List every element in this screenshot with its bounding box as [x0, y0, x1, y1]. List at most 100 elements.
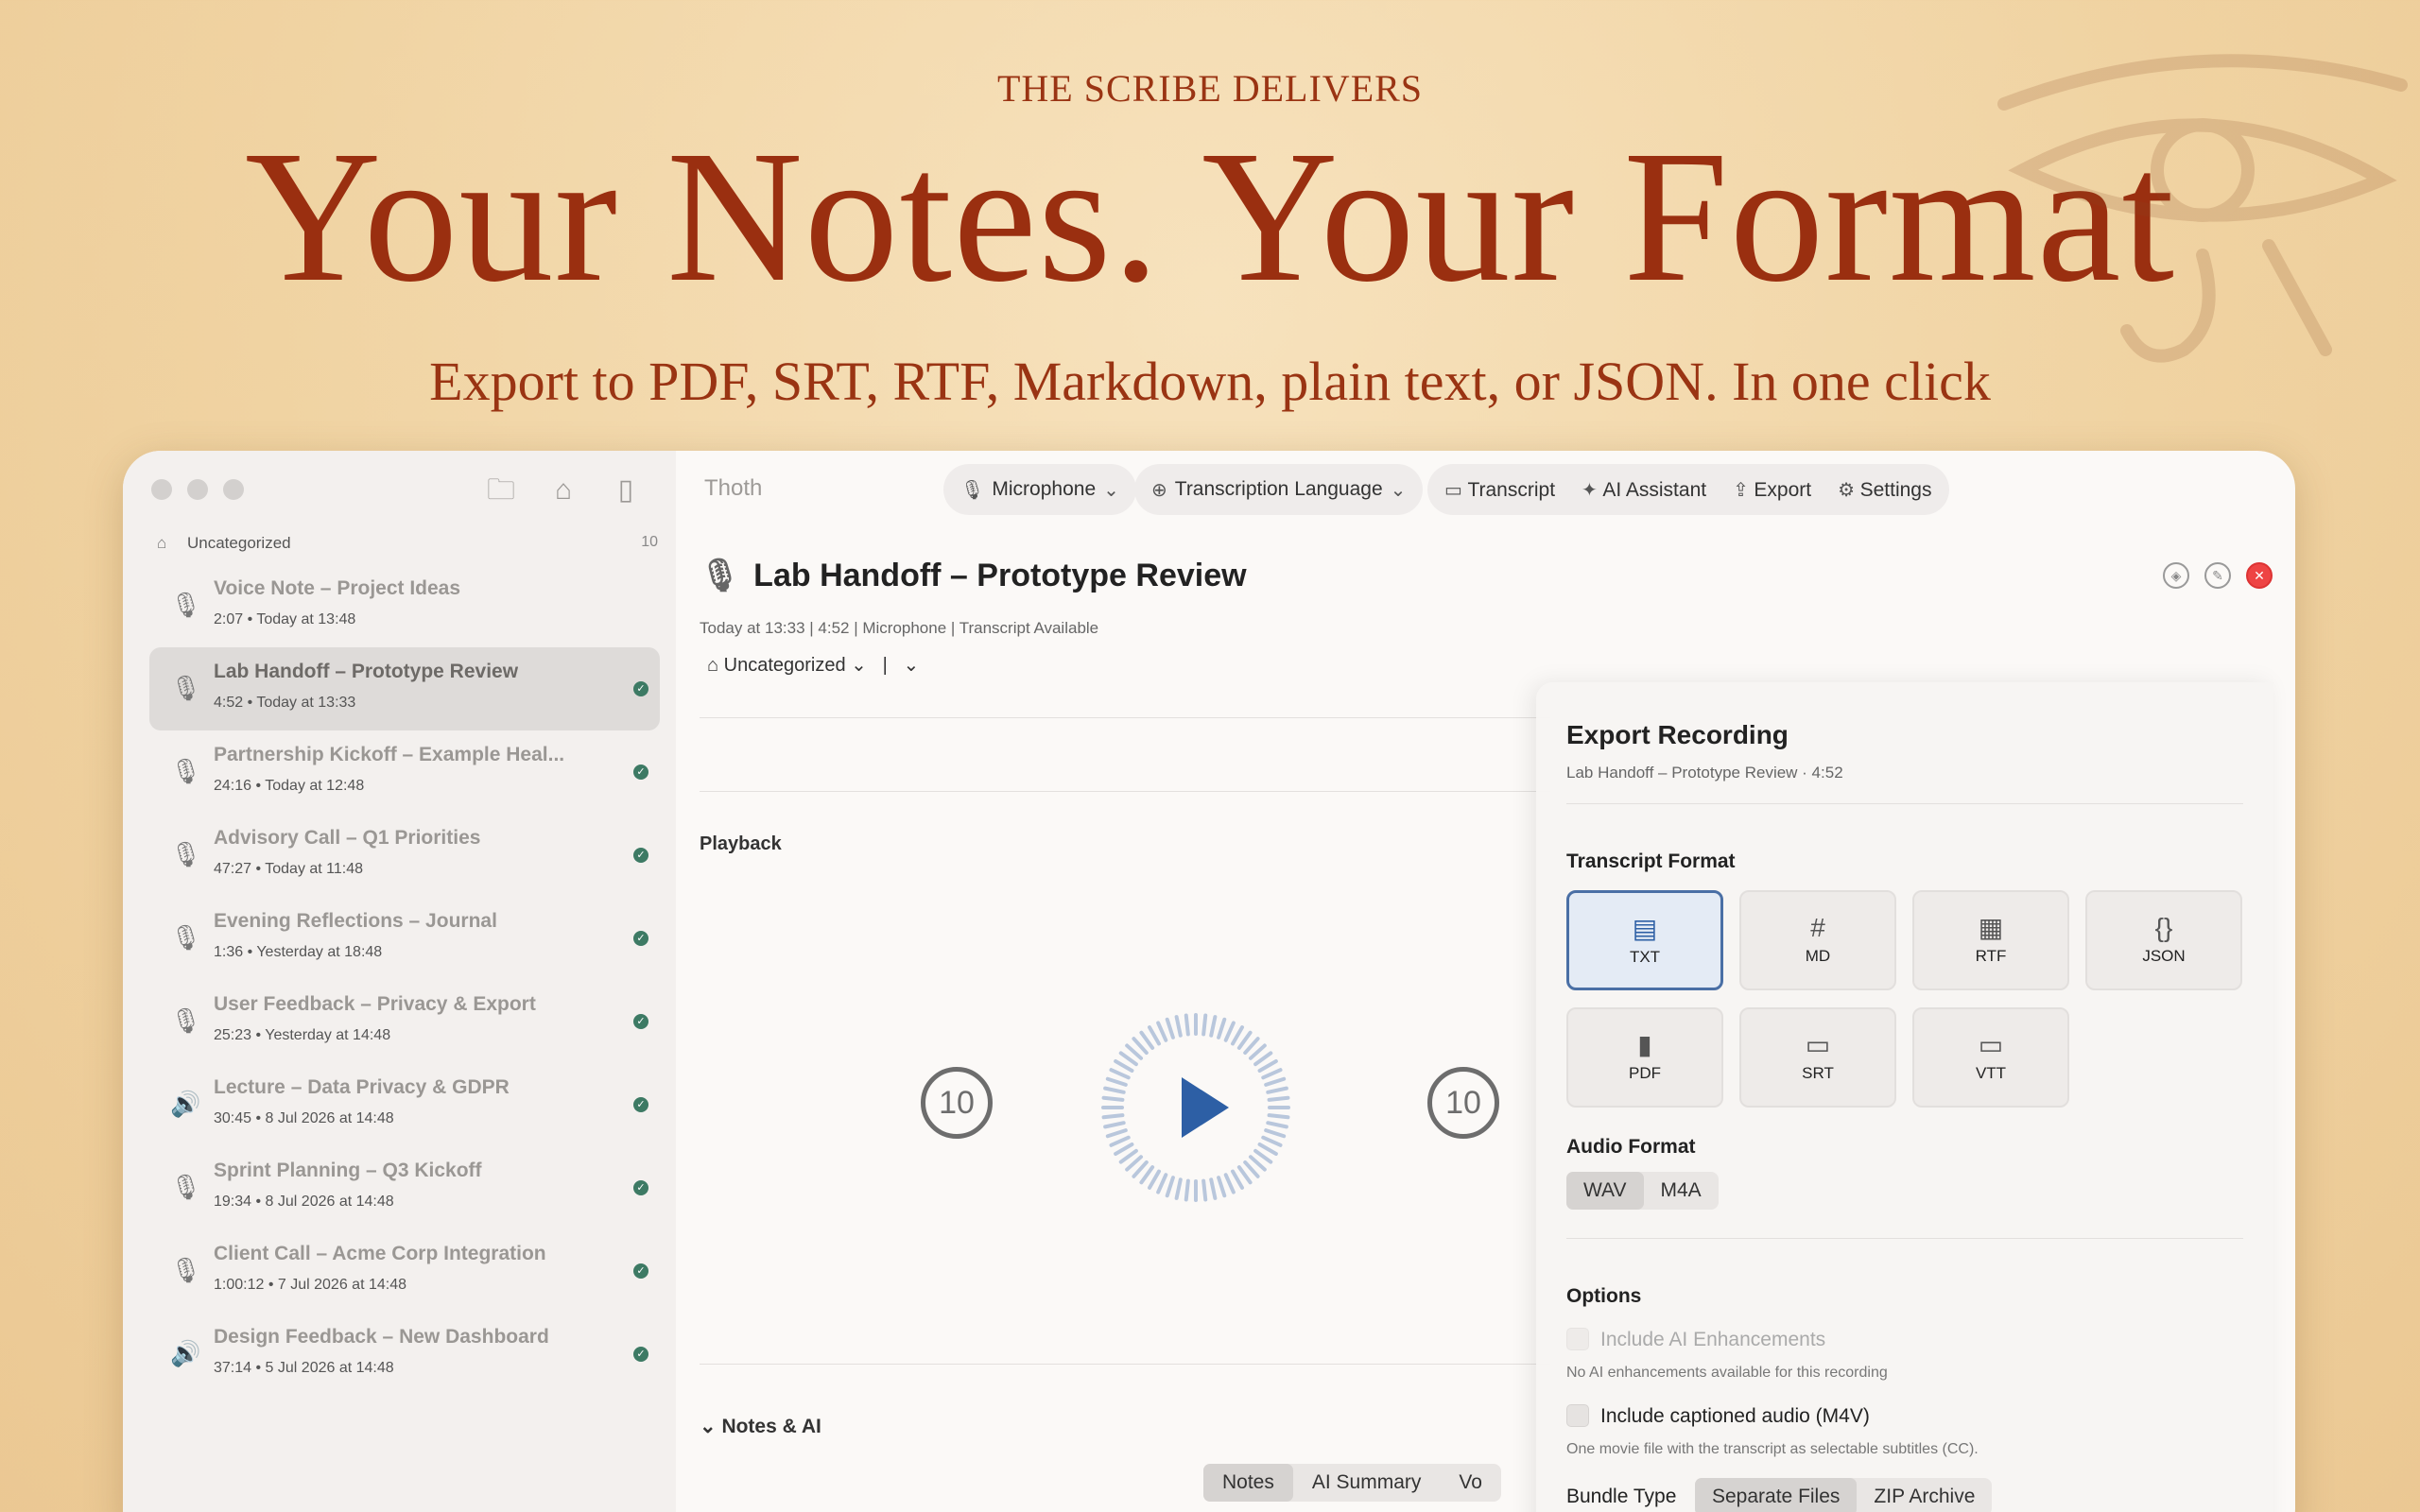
audio-format-label: Audio Format [1566, 1136, 1696, 1158]
mic-icon: 🎙 [960, 479, 985, 501]
recording-item[interactable]: 🎙 User Feedback – Privacy & Export 25:23 •… [149, 980, 660, 1063]
format-md[interactable]: # MD [1739, 890, 1896, 990]
waveform-tick [1109, 1135, 1131, 1147]
recording-meta: 47:27 • Today at 11:48 [214, 861, 364, 877]
recording-title: Voice Note – Project Ideas [214, 577, 461, 599]
divider [1566, 803, 2243, 804]
minimize-window-button[interactable] [187, 479, 208, 500]
ai-assistant-button[interactable]: ✦ AI Assistant [1582, 478, 1706, 502]
recording-meta: 25:23 • Yesterday at 14:48 [214, 1027, 391, 1043]
format-pdf[interactable]: ▮ PDF [1566, 1007, 1723, 1108]
export-panel: Export Recording Lab Handoff – Prototype… [1536, 682, 2273, 1512]
waveform-tick [1101, 1095, 1125, 1102]
microphone-dropdown[interactable]: 🎙 Microphone ⌄ [943, 464, 1136, 515]
zoom-window-button[interactable] [223, 479, 244, 500]
waveform-tick [1174, 1177, 1183, 1200]
format-txt[interactable]: ▤ TXT [1566, 890, 1723, 990]
rtf-icon: ▦ [1978, 913, 2004, 942]
waveform-tick [1264, 1076, 1287, 1087]
doc-icon: ▤ [1632, 914, 1658, 943]
transcript-format-label: Transcript Format [1566, 850, 1736, 872]
recording-title: Advisory Call – Q1 Priorities [214, 827, 481, 849]
gear-icon: ⚙ [1838, 479, 1860, 501]
waveform-tick [1201, 1013, 1208, 1037]
braces-icon: {} [2154, 913, 2173, 942]
group-count: 10 [641, 534, 658, 550]
new-folder-icon[interactable]: 🗀 [484, 473, 518, 507]
recording-item[interactable]: 🎙 Sprint Planning – Q3 Kickoff 19:34 • 8 J… [149, 1146, 660, 1229]
recording-title: Lab Handoff – Prototype Review [214, 661, 519, 682]
waveform-icon[interactable]: ◈ [2163, 562, 2189, 589]
captioned-audio-checkbox[interactable] [1566, 1404, 1589, 1427]
checkmark-icon: ✓ [633, 681, 648, 696]
skip-forward-button[interactable]: 10 [1427, 1067, 1499, 1139]
recording-item[interactable]: 🔊 Design Feedback – New Dashboard 37:14 • … [149, 1313, 660, 1396]
skip-back-button[interactable]: 10 [921, 1067, 993, 1139]
edit-icon[interactable]: ✎ [2204, 562, 2231, 589]
export-button[interactable]: ⇪ Export [1733, 478, 1811, 502]
waveform-tick [1267, 1113, 1290, 1120]
recording-item[interactable]: 🎙 Lab Handoff – Prototype Review 4:52 • To… [149, 647, 660, 730]
subtitle-icon: ▭ [1978, 1030, 2004, 1059]
waveform-tick [1209, 1177, 1218, 1200]
ai-enhancements-checkbox[interactable] [1566, 1328, 1589, 1350]
captioned-audio-label: Include captioned audio (M4V) [1600, 1405, 1870, 1427]
notes-ai-toggle[interactable]: ⌄ Notes & AI [700, 1415, 821, 1438]
waveform-tick [1223, 1173, 1236, 1194]
tab-ai-summary[interactable]: AI Summary [1293, 1464, 1441, 1502]
bundle-type-selector: Separate Files ZIP Archive [1695, 1478, 1993, 1512]
settings-button[interactable]: ⚙ Settings [1838, 478, 1931, 502]
group-uncategorized[interactable]: ⌂ Uncategorized 10 [157, 534, 658, 553]
export-subtitle: Lab Handoff – Prototype Review · 4:52 [1566, 764, 1843, 782]
checkmark-icon: ✓ [633, 848, 648, 863]
format-vtt[interactable]: ▭ VTT [1912, 1007, 2069, 1108]
audio-wav[interactable]: WAV [1566, 1172, 1644, 1210]
recording-title: 🎙 Lab Handoff – Prototype Review [700, 558, 1247, 593]
format-rtf[interactable]: ▦ RTF [1912, 890, 2069, 990]
audio-m4a[interactable]: M4A [1644, 1172, 1719, 1210]
waveform-tick [1174, 1015, 1183, 1038]
recording-item[interactable]: 🎙 Voice Note – Project Ideas 2:07 • Today … [149, 564, 660, 647]
recording-item[interactable]: 🎙 Evening Reflections – Journal 1:36 • Yes… [149, 897, 660, 980]
play-button[interactable] [1101, 1013, 1290, 1202]
recording-item[interactable]: 🎙 Advisory Call – Q1 Priorities 47:27 • To… [149, 814, 660, 897]
waveform-tick [1217, 1176, 1227, 1198]
waveform-tick [1266, 1121, 1288, 1129]
recording-item[interactable]: 🎙 Partnership Kickoff – Example Heal... 24… [149, 730, 660, 814]
tab-voice[interactable]: Vo [1440, 1464, 1501, 1502]
recording-title: Client Call – Acme Corp Integration [214, 1243, 546, 1264]
recording-item[interactable]: 🎙 Client Call – Acme Corp Integration 1:00… [149, 1229, 660, 1313]
tray-icon: ⌂ [157, 534, 167, 552]
waveform-tick [1223, 1021, 1236, 1042]
sidebar-toggle-icon[interactable]: ▯ [609, 473, 643, 507]
waveform-tick [1236, 1165, 1253, 1185]
toolbar-actions: ▭ Transcript ✦ AI Assistant ⇪ Export ⚙ S… [1427, 464, 1949, 515]
close-window-button[interactable] [151, 479, 172, 500]
waveform-tick [1132, 1160, 1149, 1178]
waveform-tick [1118, 1148, 1138, 1164]
waveform-tick [1165, 1017, 1175, 1040]
tab-notes[interactable]: Notes [1203, 1464, 1293, 1502]
recording-item[interactable]: 🔊 Lecture – Data Privacy & GDPR 30:45 • 8 … [149, 1063, 660, 1146]
category-dropdown[interactable]: ⌂ Uncategorized ⌄ | ⌄ [707, 653, 919, 677]
mic-icon: 🎙 [170, 1006, 202, 1035]
playback-label: Playback [700, 833, 782, 854]
recording-title: Design Feedback – New Dashboard [214, 1326, 549, 1348]
recording-title: Evening Reflections – Journal [214, 910, 497, 932]
transcript-button[interactable]: ▭ Transcript [1444, 478, 1555, 502]
tag-icon[interactable]: ⌂ [546, 473, 580, 507]
language-dropdown[interactable]: ⊕ Transcription Language ⌄ [1134, 464, 1424, 515]
waveform-tick [1103, 1121, 1126, 1129]
format-srt[interactable]: ▭ SRT [1739, 1007, 1896, 1108]
mic-icon: 🎙 [170, 923, 202, 952]
delete-icon[interactable]: ✕ [2246, 562, 2273, 589]
recording-title: Partnership Kickoff – Example Heal... [214, 744, 565, 765]
format-json[interactable]: {} JSON [2085, 890, 2242, 990]
sidebar: 🗀 ⌂ ▯ ⌂ Uncategorized 10 🎙 Voice Note – Pr… [123, 451, 676, 1512]
divider [700, 1364, 1550, 1365]
mic-multi-icon: 🎙 [170, 1173, 202, 1201]
recording-meta: 1:36 • Yesterday at 18:48 [214, 944, 383, 960]
bundle-separate[interactable]: Separate Files [1695, 1478, 1858, 1512]
bundle-zip[interactable]: ZIP Archive [1857, 1478, 1992, 1512]
recording-meta: Today at 13:33 | 4:52 | Microphone | Tra… [700, 619, 1099, 637]
